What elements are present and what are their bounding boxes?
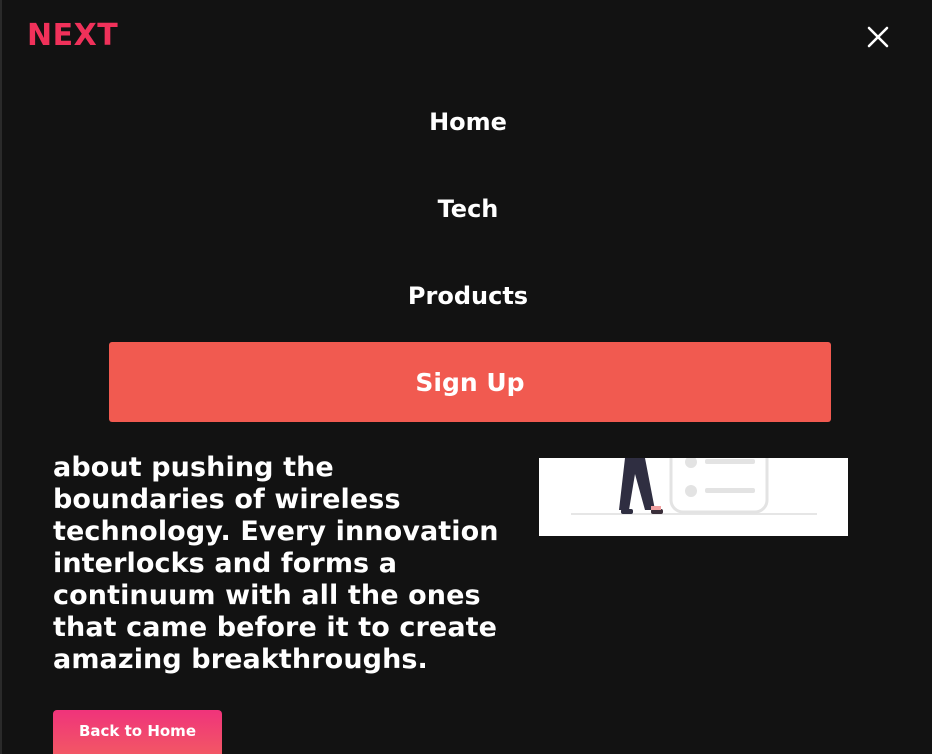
mobile-menu-overlay: NEXT Home Tech Products Sign Up about pu… [0,0,932,754]
close-icon [867,26,889,48]
close-button[interactable] [862,22,894,52]
nav-item-tech[interactable]: Tech [2,195,932,223]
logo[interactable]: NEXT [27,18,118,54]
body-paragraph: about pushing the boundaries of wireless… [53,452,499,675]
back-to-home-button[interactable]: Back to Home [53,710,222,754]
nav-item-home[interactable]: Home [2,108,932,136]
signup-button[interactable]: Sign Up [109,342,831,422]
illustration-image [539,458,848,536]
person-with-phone-illustration [571,458,817,515]
nav-item-products[interactable]: Products [2,282,932,310]
